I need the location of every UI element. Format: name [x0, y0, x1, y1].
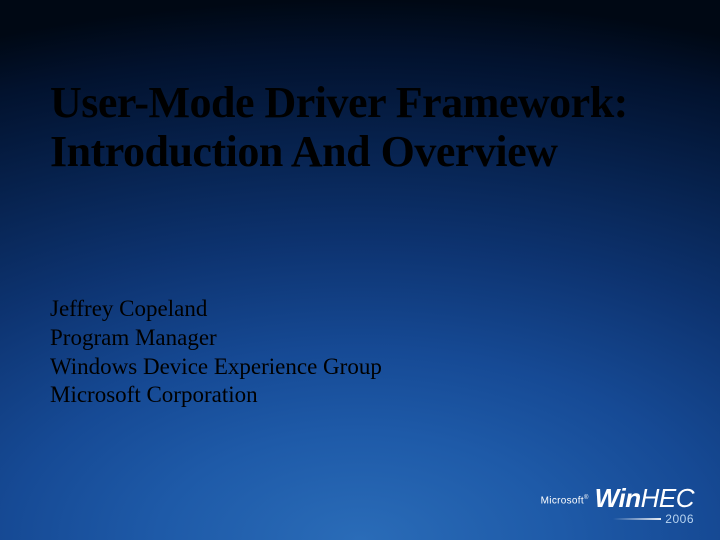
logo-top-row: Microsoft® WinHEC: [541, 487, 694, 510]
logo-divider: [613, 518, 661, 520]
speaker-group: Windows Device Experience Group: [50, 353, 382, 382]
winhec-label: WinHEC: [595, 487, 694, 510]
speaker-company: Microsoft Corporation: [50, 381, 382, 410]
logo-year-row: 2006: [613, 512, 694, 526]
speaker-name: Jeffrey Copeland: [50, 295, 382, 324]
slide-title: User-Mode Driver Framework: Introduction…: [50, 78, 670, 177]
event-year: 2006: [665, 512, 694, 526]
event-logo: Microsoft® WinHEC 2006: [541, 487, 694, 526]
speaker-role: Program Manager: [50, 324, 382, 353]
speaker-details: Jeffrey Copeland Program Manager Windows…: [50, 295, 382, 410]
microsoft-label: Microsoft®: [541, 495, 589, 506]
